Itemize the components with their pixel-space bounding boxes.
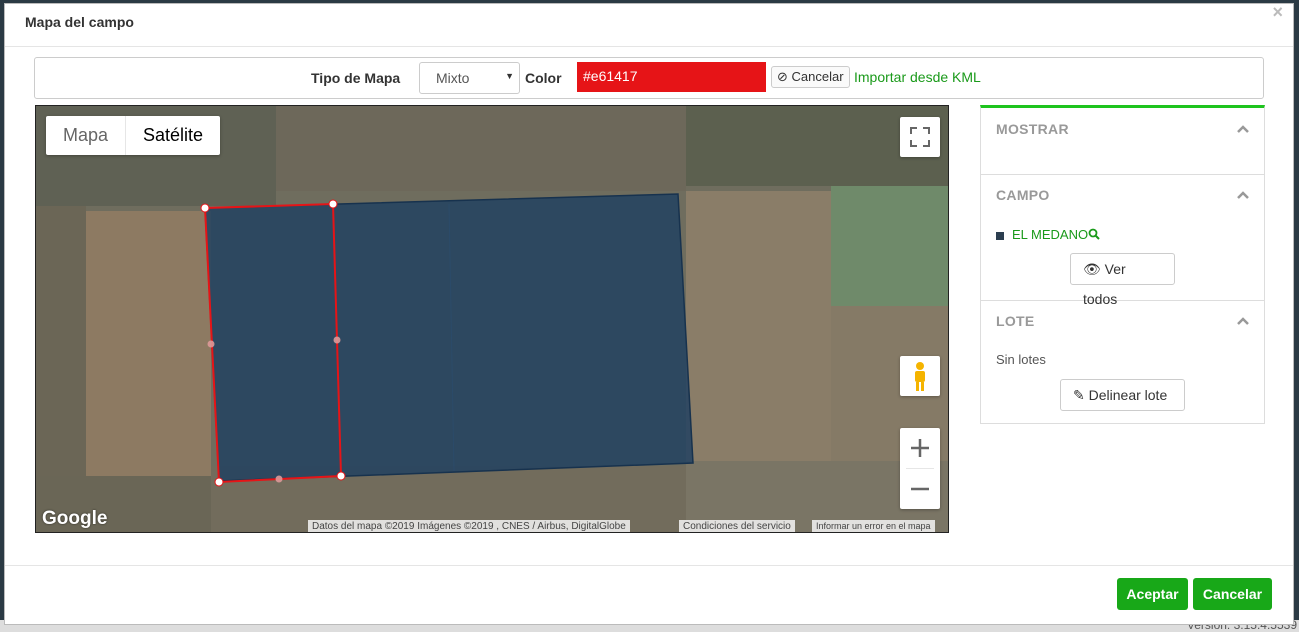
cancel-color-label: Cancelar	[791, 69, 844, 84]
section-campo: CAMPO EL MEDANO 👁 Ver todos	[981, 175, 1264, 307]
terms-link[interactable]: Condiciones del servicio	[679, 520, 795, 532]
field-color-swatch	[996, 231, 1004, 240]
chevron-up-icon[interactable]	[1236, 122, 1250, 136]
report-error-link[interactable]: Informar un error en el mapa	[812, 520, 935, 532]
color-label: Color	[525, 70, 562, 86]
close-icon[interactable]: ×	[1272, 2, 1283, 23]
search-icon[interactable]	[1088, 228, 1100, 240]
chevron-up-icon[interactable]	[1236, 314, 1250, 328]
modal-title: Mapa del campo	[25, 14, 134, 30]
section-title-campo: CAMPO	[996, 187, 1050, 203]
map-modal: Mapa del campo × Tipo de Mapa Mixto ▼ Co…	[4, 2, 1294, 625]
section-lote: LOTE Sin lotes ✎ Delinear lote	[981, 301, 1264, 425]
cancel-button[interactable]: Cancelar	[1193, 578, 1272, 610]
modal-header: Mapa del campo ×	[5, 2, 1293, 47]
section-mostrar: MOSTRAR	[981, 108, 1264, 175]
campo-item-label: EL MEDANO	[1012, 227, 1089, 242]
satellite-map[interactable]: Mapa Satélite Google Datos del mapa ©201…	[35, 105, 949, 533]
caret-down-icon: ▼	[505, 71, 514, 81]
map-toolbar: Tipo de Mapa Mixto ▼ Color #e61417 ⊘ Can…	[34, 57, 1264, 99]
chevron-up-icon[interactable]	[1236, 188, 1250, 202]
color-input[interactable]: #e61417	[577, 62, 766, 92]
map-type-value: Mixto	[436, 70, 470, 86]
map-type-control: Mapa Satélite	[46, 116, 221, 155]
map-attribution: Datos del mapa ©2019 Imágenes ©2019 , CN…	[308, 520, 630, 532]
import-kml-link[interactable]: Importar desde KML	[854, 69, 981, 85]
accept-button[interactable]: Aceptar	[1117, 578, 1188, 610]
map-type-tab-satelite[interactable]: Satélite	[126, 116, 220, 155]
pegman-icon	[915, 362, 925, 391]
map-type-tab-mapa[interactable]: Mapa	[46, 116, 127, 155]
section-title-lote: LOTE	[996, 313, 1035, 329]
google-logo: Google	[42, 508, 108, 529]
side-panel: MOSTRAR CAMPO EL MEDANO 👁 Ver todos LOTE…	[980, 105, 1265, 424]
eye-icon: 👁	[1083, 261, 1101, 277]
street-view-button[interactable]	[900, 356, 940, 396]
pencil-icon: ✎	[1073, 387, 1085, 403]
delinear-lote-button[interactable]: ✎ Delinear lote	[1060, 379, 1185, 411]
cancel-color-button[interactable]: ⊘ Cancelar	[771, 66, 850, 88]
footer-divider	[5, 565, 1293, 566]
ban-icon: ⊘	[777, 69, 788, 84]
ver-todos-button[interactable]: 👁 Ver todos	[1070, 253, 1175, 307]
zoom-control	[900, 428, 940, 509]
section-title-mostrar: MOSTRAR	[996, 121, 1069, 137]
zoom-in-icon[interactable]	[900, 428, 940, 468]
campo-item-el-medano[interactable]: EL MEDANO	[996, 227, 1100, 242]
satellite-imagery	[36, 106, 948, 532]
zoom-out-icon[interactable]	[900, 469, 940, 509]
fullscreen-button[interactable]	[900, 117, 940, 157]
delinear-lote-label: Delinear lote	[1088, 387, 1168, 403]
fullscreen-icon	[910, 127, 930, 147]
no-lots-text: Sin lotes	[996, 352, 1046, 367]
map-type-label: Tipo de Mapa	[311, 70, 401, 86]
map-type-select[interactable]: Mixto ▼	[419, 62, 520, 94]
